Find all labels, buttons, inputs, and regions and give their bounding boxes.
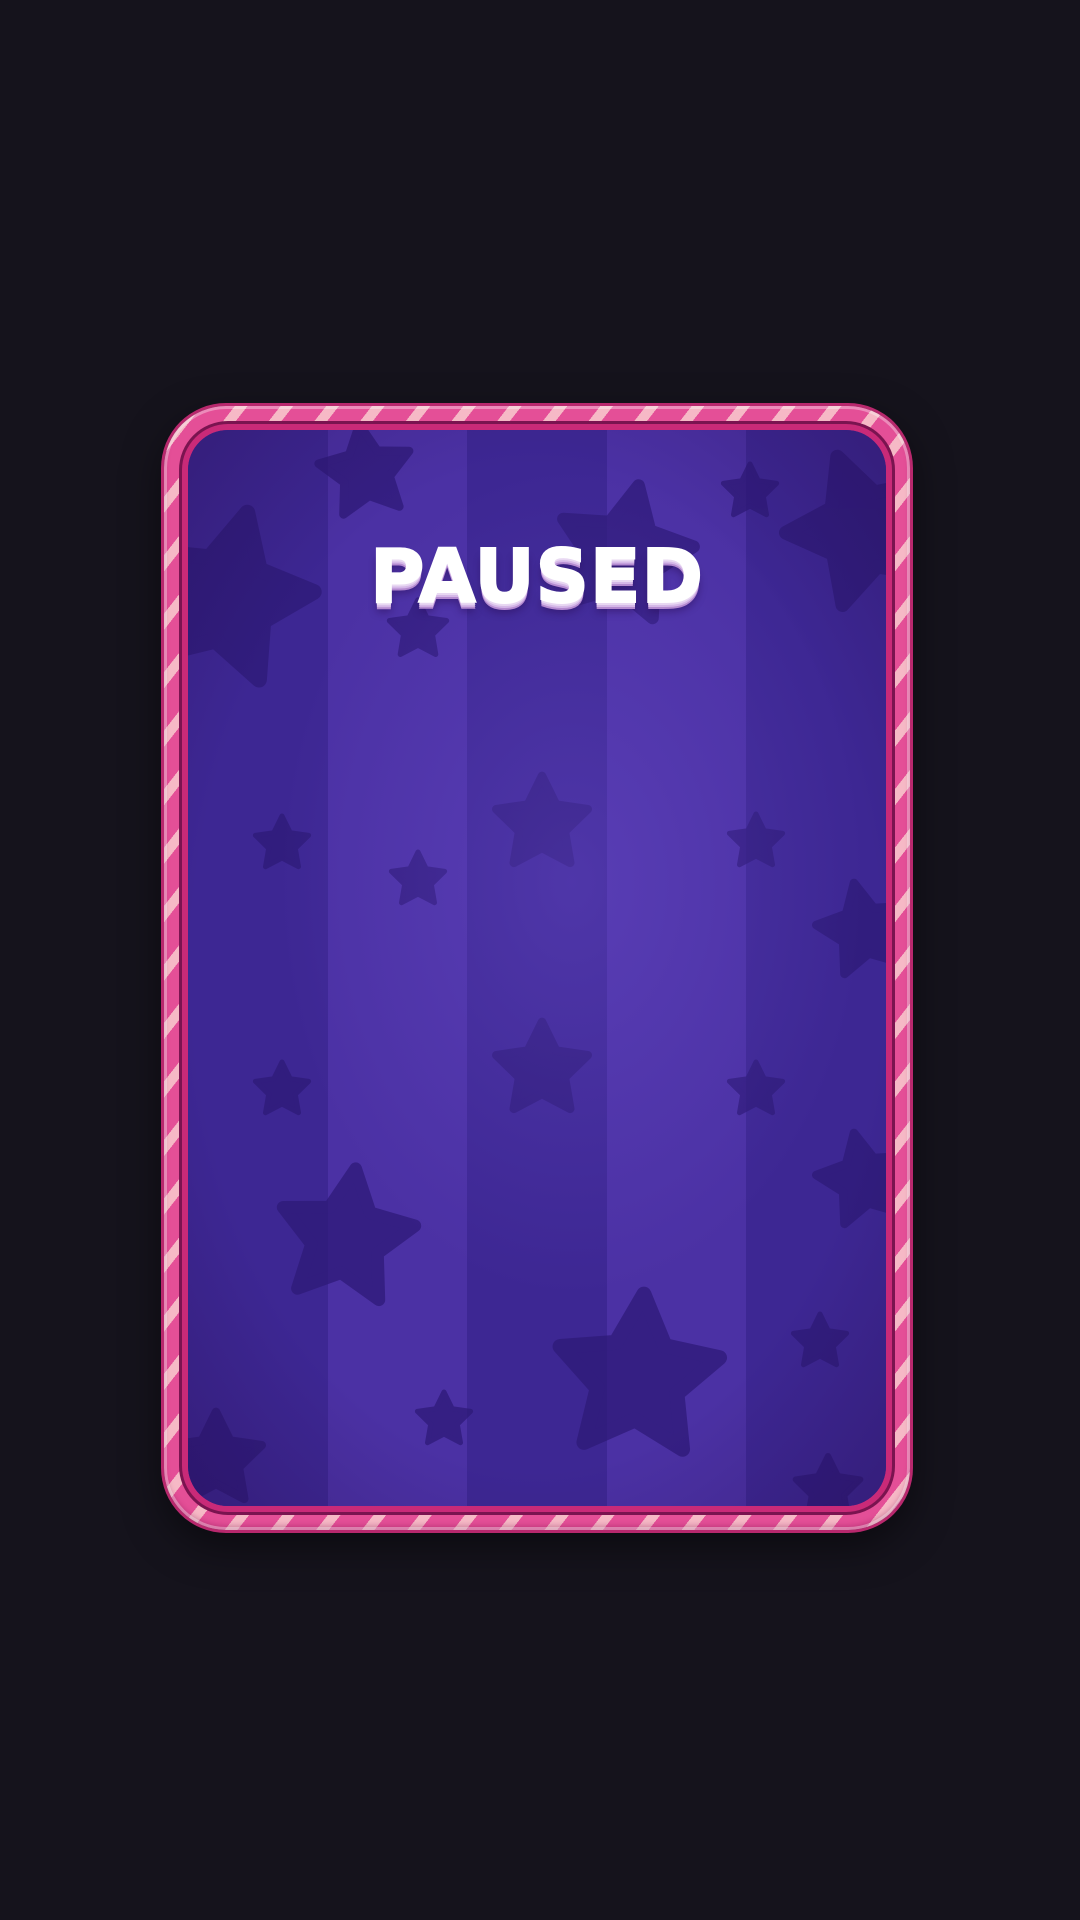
star-icon: [812, 1128, 886, 1229]
star-icon: [792, 1452, 864, 1506]
star-icon: [414, 1389, 474, 1446]
star-icon: [726, 1059, 786, 1116]
pause-panel-frame: PAUSED: [164, 406, 910, 1530]
star-icon: [276, 1162, 422, 1307]
star-icon: [492, 771, 592, 868]
star-icon: [252, 813, 312, 870]
star-icon: [726, 811, 786, 868]
star-icon: [790, 1311, 850, 1368]
pause-title: PAUSED: [369, 533, 704, 621]
star-icon: [388, 849, 448, 906]
star-icon: [492, 1017, 592, 1114]
star-icon: [188, 1407, 266, 1504]
star-icon: [252, 1059, 312, 1116]
star-icon: [314, 430, 414, 519]
star-icon: [552, 1286, 728, 1457]
game-screen: PAUSED: [0, 0, 1080, 1920]
star-icon: [812, 878, 886, 979]
star-icon: [720, 461, 780, 518]
pause-panel: PAUSED: [188, 430, 886, 1506]
